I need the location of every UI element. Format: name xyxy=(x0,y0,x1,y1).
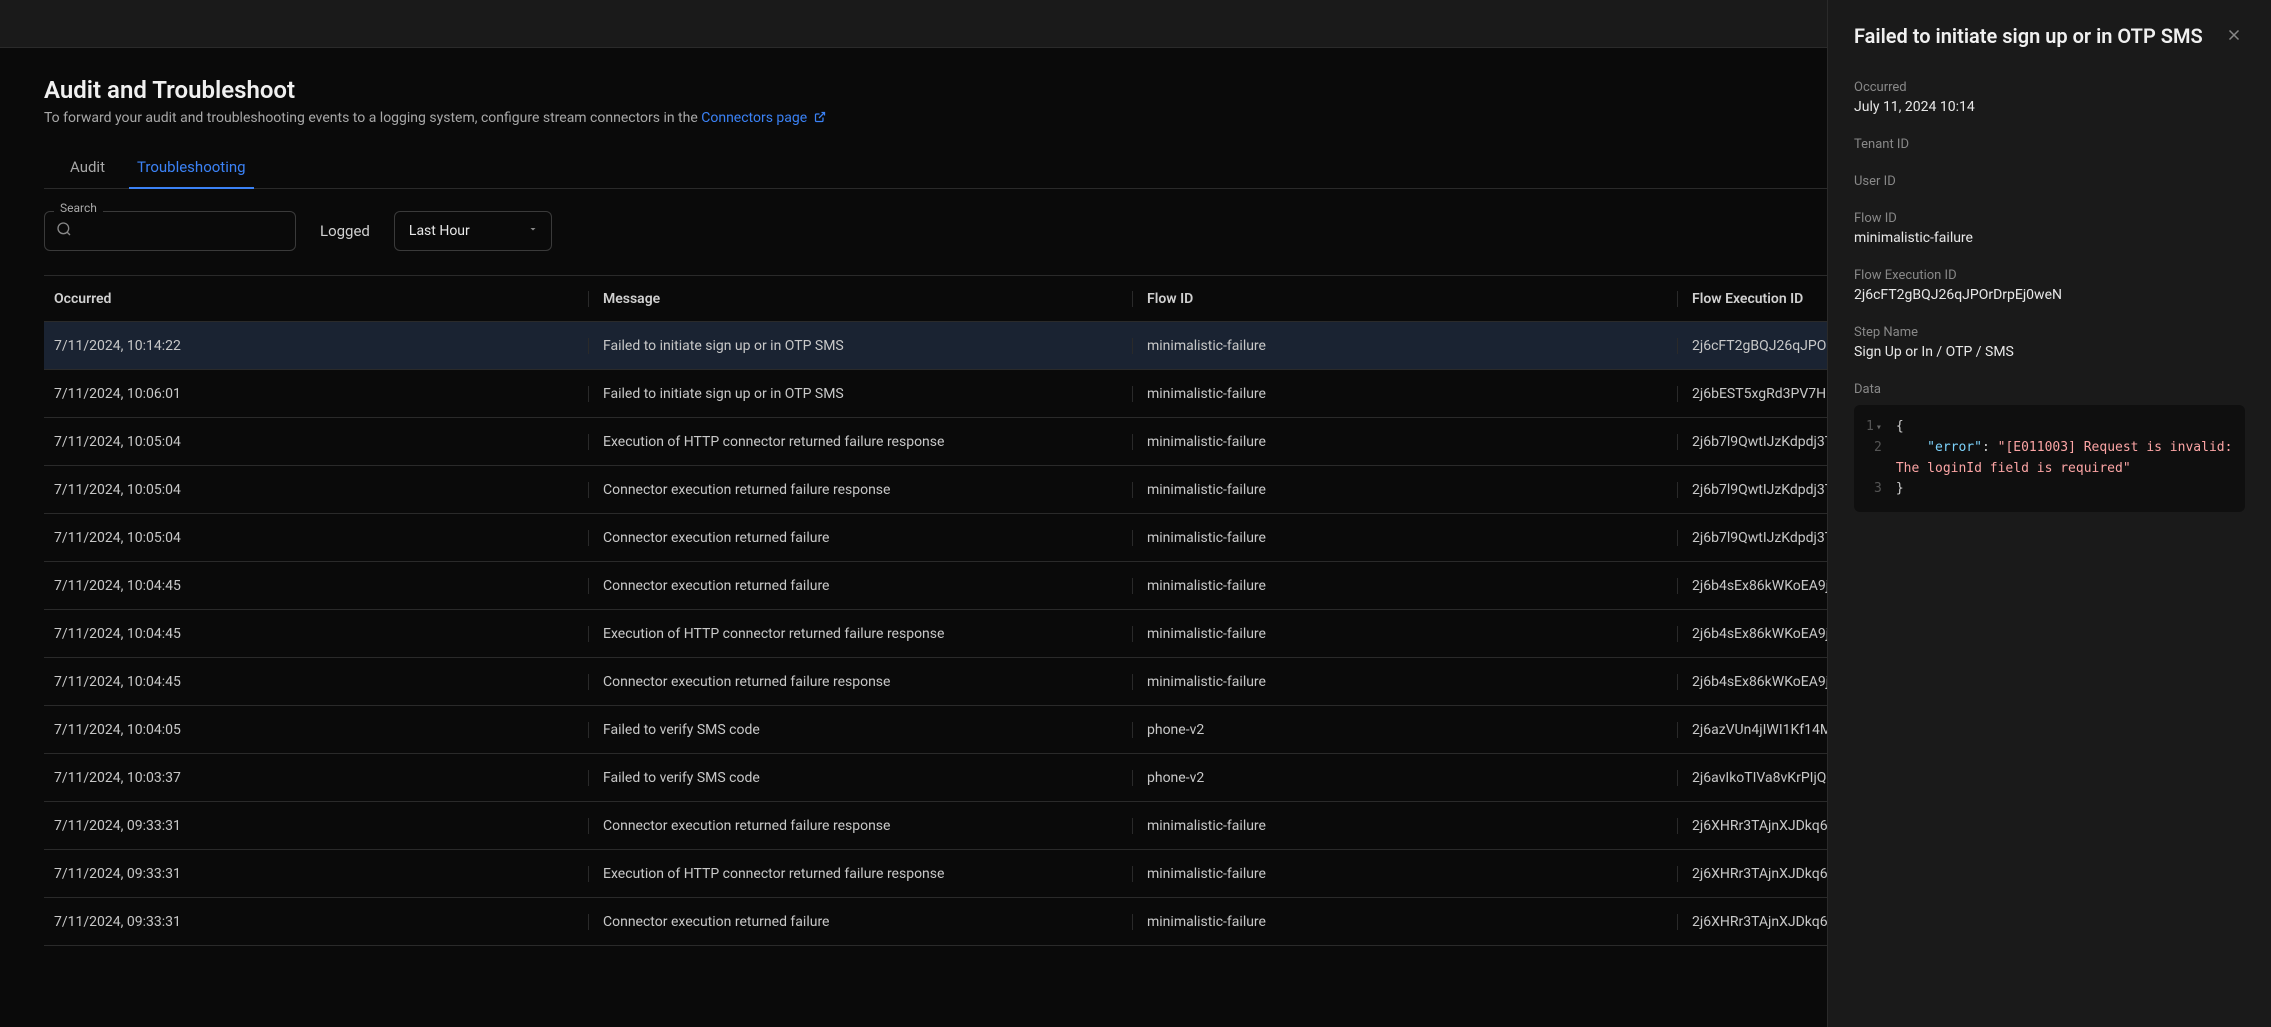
close-button[interactable] xyxy=(2223,24,2245,50)
col-header-message[interactable]: Message xyxy=(589,291,1133,307)
cell-occurred: 7/11/2024, 09:33:31 xyxy=(44,866,589,882)
panel-header: Failed to initiate sign up or in OTP SMS xyxy=(1854,24,2245,50)
cell-flow-id: phone-v2 xyxy=(1133,770,1678,786)
cell-occurred: 7/11/2024, 09:33:31 xyxy=(44,818,589,834)
cell-flow-id: minimalistic-failure xyxy=(1133,626,1678,642)
search-icon xyxy=(56,221,72,241)
panel-data-label: Data xyxy=(1854,382,2245,397)
fold-caret-icon[interactable]: ▾ xyxy=(1876,422,1882,433)
cell-message: Execution of HTTP connector returned fai… xyxy=(589,866,1133,882)
cell-occurred: 7/11/2024, 10:05:04 xyxy=(44,482,589,498)
panel-step-name: Step Name Sign Up or In / OTP / SMS xyxy=(1854,325,2245,360)
close-icon xyxy=(2225,29,2243,48)
col-header-occurred[interactable]: Occurred xyxy=(44,291,589,307)
cell-occurred: 7/11/2024, 10:03:37 xyxy=(44,770,589,786)
cell-flow-id: minimalistic-failure xyxy=(1133,530,1678,546)
cell-occurred: 7/11/2024, 10:06:01 xyxy=(44,386,589,402)
panel-flow-exec-value: 2j6cFT2gBQJ26qJPOrDrpEj0weN xyxy=(1854,287,2245,303)
panel-user-id: User ID xyxy=(1854,174,2245,189)
cell-message: Connector execution returned failure res… xyxy=(589,818,1133,834)
panel-flow-id-label: Flow ID xyxy=(1854,211,2245,226)
code-block: 1▾23 { "error": "[E011003] Request is in… xyxy=(1854,405,2245,512)
cell-message: Execution of HTTP connector returned fai… xyxy=(589,434,1133,450)
cell-flow-id: minimalistic-failure xyxy=(1133,578,1678,594)
connectors-link[interactable]: Connectors page xyxy=(701,110,825,126)
external-link-icon xyxy=(814,111,826,123)
search-wrapper: Search xyxy=(44,211,296,251)
cell-message: Failed to initiate sign up or in OTP SMS xyxy=(589,386,1133,402)
panel-title: Failed to initiate sign up or in OTP SMS xyxy=(1854,24,2203,48)
search-input[interactable] xyxy=(44,211,296,251)
cell-occurred: 7/11/2024, 10:04:45 xyxy=(44,674,589,690)
panel-user-id-label: User ID xyxy=(1854,174,2245,189)
col-header-flow-id[interactable]: Flow ID xyxy=(1133,291,1678,307)
panel-step-name-label: Step Name xyxy=(1854,325,2245,340)
cell-message: Connector execution returned failure res… xyxy=(589,482,1133,498)
panel-flow-exec-label: Flow Execution ID xyxy=(1854,268,2245,283)
cell-flow-id: minimalistic-failure xyxy=(1133,674,1678,690)
cell-message: Connector execution returned failure xyxy=(589,914,1133,930)
cell-flow-id: minimalistic-failure xyxy=(1133,434,1678,450)
detail-panel: Failed to initiate sign up or in OTP SMS… xyxy=(1827,0,2271,1027)
cell-flow-id: minimalistic-failure xyxy=(1133,866,1678,882)
panel-flow-exec: Flow Execution ID 2j6cFT2gBQJ26qJPOrDrpE… xyxy=(1854,268,2245,303)
panel-flow-id-value: minimalistic-failure xyxy=(1854,230,2245,246)
cell-flow-id: minimalistic-failure xyxy=(1133,818,1678,834)
code-content: { "error": "[E011003] Request is invalid… xyxy=(1896,417,2233,500)
logged-label: Logged xyxy=(320,222,370,240)
cell-occurred: 7/11/2024, 10:04:45 xyxy=(44,626,589,642)
cell-message: Failed to initiate sign up or in OTP SMS xyxy=(589,338,1133,354)
cell-flow-id: minimalistic-failure xyxy=(1133,338,1678,354)
cell-message: Failed to verify SMS code xyxy=(589,770,1133,786)
cell-occurred: 7/11/2024, 10:05:04 xyxy=(44,530,589,546)
cell-occurred: 7/11/2024, 10:05:04 xyxy=(44,434,589,450)
panel-tenant-id: Tenant ID xyxy=(1854,137,2245,152)
cell-message: Connector execution returned failure xyxy=(589,530,1133,546)
panel-tenant-id-label: Tenant ID xyxy=(1854,137,2245,152)
panel-step-name-value: Sign Up or In / OTP / SMS xyxy=(1854,344,2245,360)
cell-occurred: 7/11/2024, 10:04:45 xyxy=(44,578,589,594)
search-label: Search xyxy=(54,201,103,215)
panel-occurred: Occurred July 11, 2024 10:14 xyxy=(1854,80,2245,115)
subtitle-text: To forward your audit and troubleshootin… xyxy=(44,110,701,126)
connectors-link-text: Connectors page xyxy=(701,110,807,126)
cell-flow-id: phone-v2 xyxy=(1133,722,1678,738)
cell-flow-id: minimalistic-failure xyxy=(1133,482,1678,498)
cell-flow-id: minimalistic-failure xyxy=(1133,386,1678,402)
cell-occurred: 7/11/2024, 10:14:22 xyxy=(44,338,589,354)
tab-troubleshooting[interactable]: Troubleshooting xyxy=(137,146,246,188)
tab-audit[interactable]: Audit xyxy=(70,146,105,188)
chevron-down-icon xyxy=(527,223,539,239)
panel-occurred-value: July 11, 2024 10:14 xyxy=(1854,99,2245,115)
cell-occurred: 7/11/2024, 10:04:05 xyxy=(44,722,589,738)
cell-message: Failed to verify SMS code xyxy=(589,722,1133,738)
cell-message: Execution of HTTP connector returned fai… xyxy=(589,626,1133,642)
cell-occurred: 7/11/2024, 09:33:31 xyxy=(44,914,589,930)
cell-message: Connector execution returned failure res… xyxy=(589,674,1133,690)
panel-data: Data 1▾23 { "error": "[E011003] Request … xyxy=(1854,382,2245,512)
cell-flow-id: minimalistic-failure xyxy=(1133,914,1678,930)
time-range-dropdown[interactable]: Last Hour xyxy=(394,211,552,251)
panel-occurred-label: Occurred xyxy=(1854,80,2245,95)
time-range-value: Last Hour xyxy=(409,223,470,239)
cell-message: Connector execution returned failure xyxy=(589,578,1133,594)
panel-flow-id: Flow ID minimalistic-failure xyxy=(1854,211,2245,246)
line-numbers: 1▾23 xyxy=(1866,417,1896,500)
